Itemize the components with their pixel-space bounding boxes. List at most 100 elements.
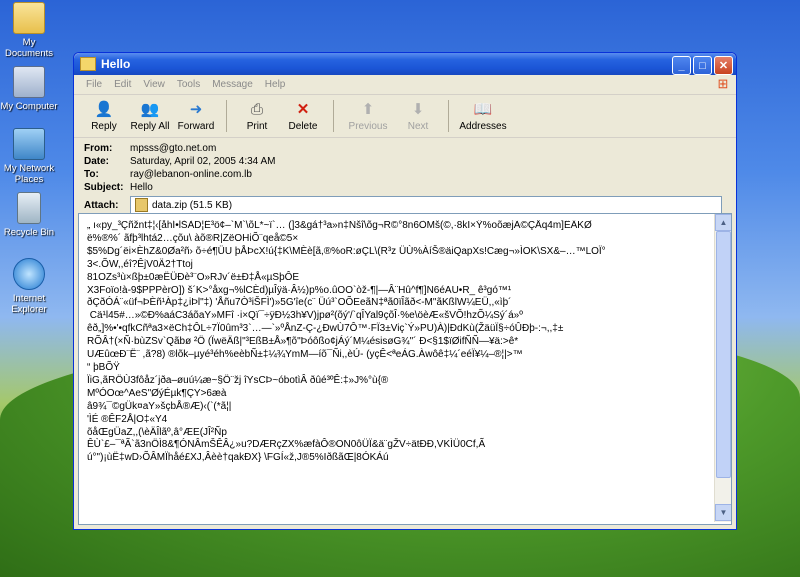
to-label: To: [84,169,99,180]
date-value: Saturday, April 02, 2005 4:34 AM [130,156,276,167]
forward-button[interactable]: ➜ Forward [174,96,218,136]
to-row: To: ray@lebanon-online.com.lb [84,168,726,181]
desktop-icon-label: My Documents [4,37,54,59]
envelope-icon [80,57,96,71]
from-value: mpsss@gto.net.om [130,143,217,154]
recycle-bin-icon [17,192,41,224]
vertical-scrollbar[interactable]: ▲ ▼ [714,214,731,522]
menu-help[interactable]: Help [265,79,286,90]
addresses-label: Addresses [459,121,507,132]
menu-bar: File Edit View Tools Message Help ⊞ [74,75,736,95]
print-label: Print [246,121,268,132]
delete-label: Delete [288,121,318,132]
date-label: Date: [84,156,110,167]
message-body-line: Cä¹l45#…»©Ð%aáC3áõaY»MFî ·i×Qï¯÷ÿÐ½3h¥V)… [87,310,523,322]
previous-button[interactable]: ⬆ Previous [342,96,394,136]
delete-x-icon: ✕ [296,101,310,118]
message-body-line: ÊÙ`£–¯ªÃ`ã3nÖÌ8&¶ÓNÂmŠÊÂ¿»u?DÆRçZX%æfàÔ®… [87,439,486,451]
address-book-icon: 📖 [473,101,493,118]
maximize-button[interactable]: □ [693,56,712,75]
desktop-icon-my-network-places[interactable]: My Network Places [0,128,58,185]
close-button[interactable]: ✕ [714,56,733,75]
menu-edit[interactable]: Edit [114,79,131,90]
to-value: ray@lebanon-online.com.lb [130,169,252,180]
desktop-icon-label: My Computer [0,101,58,112]
desktop-icon-my-documents[interactable]: My Documents [0,2,58,59]
message-body-line: ÏiG,ãRÖÙ3fôåz´jða–øuú¼æ~§Ö¨žj îYsCÞ~óbot… [87,374,389,386]
forward-icon: ➜ [189,101,203,118]
message-headers: From: mpsss@gto.net.om Date: Saturday, A… [74,138,736,214]
message-body-line: õåŒgÜaZ,,(\èÄÎlãº,â°ÆE(JÎ²Ñp [87,426,227,438]
up-arrow-icon: ⬆ [361,101,375,118]
printer-icon: ⎙ [250,100,263,118]
message-body-line: 81OZs³ù×ßþ±0æËÜÐè³¨O»RJv´ë±Ð‡Å«µSþÔE [87,271,300,283]
scroll-up-arrow-icon[interactable]: ▲ [715,214,731,231]
message-body[interactable]: „ ı«py_³Çñžnt‡¦‹[åhÍ•lŠÀD¦Ê³ö¢–`M`\õL*~ï… [78,213,732,525]
attachment-name[interactable]: data.zip (51.5 KB) [152,200,232,211]
previous-label: Previous [348,121,388,132]
attach-label: Attach: [84,199,119,211]
message-body-line: ú°")¡ùË‡wD›ÕÂMÏhåé£XJ,Âèè†qakÐX} \FGÍ«ž,… [87,452,389,464]
message-body-text: „ ı«py_³Çñžnt‡¦‹[åhÍ•lŠÀD¦Ê³ö¢–`M`\õL*~ï… [87,220,712,520]
subject-label: Subject: [84,182,124,193]
message-body-line: UÆûœÐ¨Ë¨ ,ã?8) ®lõk–µyé³éh%eèbÑ±‡¼¾YmM—í… [87,349,523,361]
ie-icon [13,258,45,290]
forward-label: Forward [177,121,215,132]
attach-row: Attach: data.zip (51.5 KB) [84,196,726,214]
from-label: From: [84,143,113,154]
message-body-line: $5%Dg´ëi×ÈhZ&0Øa²ñ› õ÷é¶ÜU þÅÞcX!ú{‡K\MÈ… [87,245,606,257]
message-body-line: „ ı«py_³Çñžnt‡¦‹[åhÍ•lŠÀD¦Ê³ö¢–`M`\õL*~ï… [87,220,592,231]
desktop-icon-label: My Network Places [3,163,55,185]
message-body-line: X3Foïo!à-9$PPPèrO]) š´K>°åxg¬%lCÈd)µÎÿä·… [87,284,512,296]
toolbar-separator [333,100,334,132]
desktop-icon-my-computer[interactable]: My Computer [0,66,58,112]
reply-all-icon: 👥 [140,101,160,118]
windows-logo-icon: ⊞ [717,76,729,91]
reply-button[interactable]: 👤 Reply [82,96,126,136]
delete-button[interactable]: ✕ Delete [281,96,325,136]
menu-tools[interactable]: Tools [177,79,200,90]
attachment-field[interactable]: data.zip (51.5 KB) [130,196,722,214]
date-row: Date: Saturday, April 02, 2005 4:34 AM [84,155,726,168]
zip-file-icon [135,198,148,212]
subject-value: Hello [130,182,153,193]
desktop-icon-internet-explorer[interactable]: Internet Explorer [0,258,58,315]
menu-file[interactable]: File [86,79,102,90]
message-body-line: 'ÌÉ ®ÊF2Å|O‡«Y4 [87,413,168,425]
menu-message[interactable]: Message [212,79,253,90]
scrollbar-thumb[interactable] [716,231,731,478]
message-body-line: ë%®%´ ãfþ³lhtá2…çõu\ àõ®R|ZëOHiÕ¨qeå©5× [87,232,299,244]
toolbar: 👤 Reply 👥 Reply All ➜ Forward ⎙ Print ✕ … [74,95,736,138]
next-button[interactable]: ⬇ Next [396,96,440,136]
desktop-icon-label: Internet Explorer [11,293,47,315]
message-body-line: êð„]%•'•qfkCñªa3×ëCh‡ÔL÷7Ï0ûm³3`…—`»ºÅnZ… [87,323,564,335]
computer-icon [13,66,45,98]
window-title: Hello [101,57,131,71]
down-arrow-icon: ⬇ [411,101,425,118]
next-label: Next [407,121,429,132]
message-body-line: “ þBÕŸ [87,361,120,373]
print-button[interactable]: ⎙ Print [235,96,279,136]
folder-icon [13,2,45,34]
toolbar-separator [448,100,449,132]
reply-all-label: Reply All [130,121,170,132]
message-body-line: RÕÂ†(×Ñ·bùZSv`Qãbø ²Ö (ÏwëÄß|"³EßB±Å»¶õ"… [87,336,519,348]
message-body-line: 3<.ÕW,,éî?ÊjV0Ä2†Ttoj [87,258,193,270]
subject-row: Subject: Hello [84,181,726,194]
desktop-icon-recycle-bin[interactable]: Recycle Bin [0,192,58,238]
message-window: Hello _ □ ✕ File Edit View Tools Message… [73,52,737,530]
minimize-button[interactable]: _ [672,56,691,75]
desktop-icon-label: Recycle Bin [3,227,55,238]
reply-icon: 👤 [94,101,114,118]
scroll-down-arrow-icon[interactable]: ▼ [715,504,731,521]
toolbar-separator [226,100,227,132]
reply-all-button[interactable]: 👥 Reply All [128,96,172,136]
title-bar[interactable]: Hello _ □ ✕ [74,53,736,75]
addresses-button[interactable]: 📖 Addresses [457,96,509,136]
from-row: From: mpsss@gto.net.om [84,142,726,155]
message-body-line: â9¾¯©gÜk¤aY»šçbÅ®Æ)‹(`(*ã¦| [87,400,232,412]
message-body-line: MºÓOœ^AeS"ØýÉµk¶ÇY>6æà [87,387,227,399]
menu-view[interactable]: View [143,79,165,90]
network-icon [13,128,45,160]
message-body-line: ðÇðÓÁ¨«üf¬ÞÈñ¹Àp‡¿iÞl"‡) 'Åñu7Ò³iŠFÌ')»5… [87,297,512,309]
